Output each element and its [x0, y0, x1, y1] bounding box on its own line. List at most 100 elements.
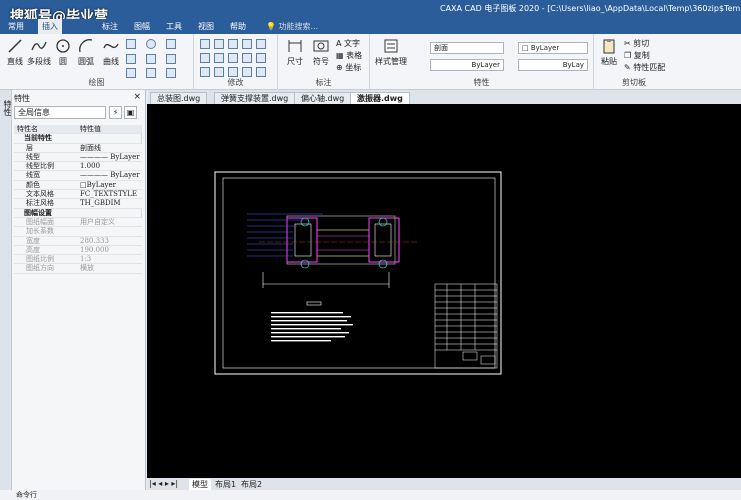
menu-item-help[interactable]: 帮助 [226, 21, 250, 32]
properties-group-label: 特性 [473, 78, 490, 87]
rotate-icon[interactable] [242, 39, 252, 49]
quick-select-icon[interactable]: ⚡ [109, 106, 122, 119]
paste-icon [603, 39, 615, 54]
chamfer-icon[interactable] [228, 67, 238, 77]
mirror-icon[interactable] [200, 53, 210, 63]
menu-item-insert[interactable]: 插入 [38, 19, 62, 34]
symbol-icon [313, 40, 329, 52]
property-row[interactable]: 颜色 □ByLayer [14, 181, 142, 191]
property-row[interactable]: 线型 ———— ByLayer [14, 153, 142, 163]
property-row[interactable]: 图纸方向 横放 [14, 264, 142, 274]
color-combo[interactable]: □ ByLayer [518, 42, 588, 54]
property-group-row[interactable]: 当前特性 [14, 134, 142, 144]
property-row[interactable]: 图纸幅面 用户自定义 [14, 218, 142, 228]
property-row[interactable]: 加长系数 [14, 227, 142, 237]
property-name: 线宽 [26, 171, 40, 180]
break-icon[interactable] [214, 67, 224, 77]
ellipse-icon[interactable] [146, 39, 156, 49]
lineweight-combo[interactable]: ByLay [518, 59, 588, 71]
drawing-canvas[interactable] [147, 104, 741, 478]
close-icon[interactable]: × [133, 92, 141, 102]
property-row[interactable]: 标注风格 TH_GBDIM [14, 199, 142, 209]
trim-icon[interactable] [214, 53, 224, 63]
symbol-tool[interactable]: 符号 [310, 38, 332, 67]
dimension-icon [288, 40, 302, 52]
properties-vertical-tab[interactable]: 特性 [0, 90, 12, 490]
arc-icon [79, 39, 93, 53]
property-value: 剖面线 [80, 143, 101, 152]
layer-combo[interactable]: 剖面 [430, 42, 504, 54]
bulb-icon: 💡 [266, 22, 276, 31]
annotate-group-label: 标注 [315, 78, 332, 87]
nav-first-icon[interactable]: |◂ ◂ ▸ ▸| [149, 479, 178, 488]
cut-button[interactable]: ✂ 剪切 [624, 38, 649, 49]
text-tool[interactable]: A 文字 [336, 38, 360, 49]
function-search[interactable]: 💡 功能搜索... [262, 21, 322, 32]
menu-item-sheet[interactable]: 图幅 [130, 21, 154, 32]
table-tool[interactable]: ▦ 表格 [336, 50, 362, 61]
property-row[interactable]: 线型比例 1.000 [14, 162, 142, 172]
copy-button[interactable]: ❐ 复制 [624, 50, 650, 61]
align-icon[interactable] [256, 67, 266, 77]
function-search-label: 功能搜索... [278, 22, 319, 31]
property-row[interactable]: 宽度 280.333 [14, 237, 142, 246]
linetype-combo[interactable]: ByLayer [430, 59, 504, 71]
rectangle-icon[interactable] [126, 39, 136, 49]
scale-icon[interactable] [256, 53, 266, 63]
match-props-button[interactable]: ✎ 特性匹配 [624, 62, 665, 73]
properties-panel: 特性 特性 × 全局信息 ⚡ ▣ 特性名 特性值 当前特性层 剖面线 线型 ———— … [0, 90, 146, 490]
polygon-icon[interactable] [166, 39, 176, 49]
command-line-label: 命令行 [16, 491, 37, 499]
toggle-pickadd-icon[interactable]: ▣ [124, 106, 137, 119]
stretch-icon[interactable] [200, 67, 210, 77]
dimension-tool[interactable]: 尺寸 [284, 38, 306, 67]
linetype-combo-value: ByLayer [471, 61, 500, 69]
spline-tool[interactable]: 曲线 [100, 38, 122, 67]
polyline-tool[interactable]: 多段线 [26, 38, 52, 67]
menu-item-common[interactable]: 常用 [4, 21, 28, 32]
property-row[interactable]: 文本风格 FC_TEXTSTYLE [14, 190, 142, 200]
arc-tool[interactable]: 圆弧 [76, 38, 96, 67]
explode-icon[interactable] [242, 67, 252, 77]
exciter-assembly [247, 213, 419, 306]
property-group-row[interactable]: 图幅设置 [14, 208, 142, 218]
frame-border [222, 177, 496, 369]
tab-assembly[interactable]: 总装图.dwg [150, 92, 208, 104]
array-icon[interactable] [228, 39, 238, 49]
tab-layout2[interactable]: 布局2 [241, 479, 262, 490]
tab-model[interactable]: 模型 [189, 479, 211, 490]
tab-eccentric-shaft[interactable]: 偏心轴.dwg [294, 92, 352, 104]
copy-entity-icon[interactable] [214, 39, 224, 49]
property-row[interactable]: 线宽 ———— ByLayer [14, 171, 142, 181]
property-row[interactable]: 图纸比例 1:3 [14, 255, 142, 265]
vertical-tab-label: 特性 [3, 100, 12, 116]
property-name: 图纸方向 [26, 264, 54, 273]
move-icon[interactable] [200, 39, 210, 49]
menu-item-view[interactable]: 视图 [194, 21, 218, 32]
menu-item-tools[interactable]: 工具 [162, 21, 186, 32]
circle-tool[interactable]: 圆 [54, 38, 72, 67]
line-tool[interactable]: 直线 [4, 38, 26, 67]
tab-exciter[interactable]: 激振器.dwg [350, 92, 410, 104]
point-icon[interactable] [146, 54, 156, 64]
tab-layout1[interactable]: 布局1 [215, 479, 236, 490]
paste-tool[interactable]: 粘贴 [598, 38, 620, 67]
menu-item-annotate[interactable]: 标注 [98, 21, 122, 32]
spline-label: 曲线 [103, 57, 119, 66]
selection-combo[interactable]: 全局信息 [14, 106, 106, 119]
property-row[interactable]: 高度 190.000 [14, 246, 142, 256]
command-line[interactable]: 命令行 [0, 490, 741, 500]
centerline-icon[interactable] [166, 54, 176, 64]
erase-icon[interactable] [256, 39, 266, 49]
fillet-icon[interactable] [242, 53, 252, 63]
scissors-icon: ✂ [624, 39, 631, 48]
polyline-label: 多段线 [27, 57, 51, 66]
coord-tool[interactable]: ⊕ 坐标 [336, 62, 361, 73]
title-block [434, 283, 498, 369]
hatch-icon[interactable] [126, 54, 136, 64]
property-row[interactable]: 层 剖面线 [14, 144, 142, 153]
tab-spring-support[interactable]: 弹簧支撑装置.dwg [214, 92, 296, 104]
extend-icon[interactable] [228, 53, 238, 63]
property-value: 1:3 [80, 255, 92, 264]
style-manager-tool[interactable]: 样式管理 [374, 38, 408, 67]
